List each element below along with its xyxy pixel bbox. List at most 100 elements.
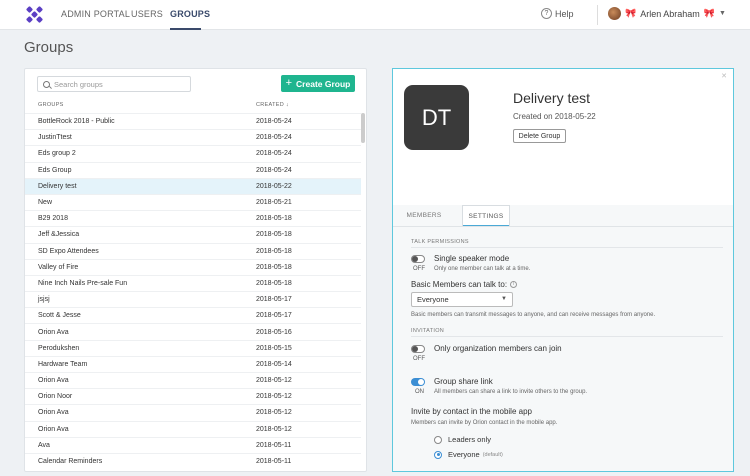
radio-leaders-only-label: Leaders only	[448, 435, 491, 444]
table-row[interactable]: Jeff &Jessica 2018-05-18	[25, 226, 361, 242]
dropdown-arrow-icon: ▼	[501, 296, 507, 302]
info-icon[interactable]: i	[510, 281, 518, 288]
table-row[interactable]: SD Expo Attendees 2018-05-18	[25, 242, 361, 259]
group-created-cell: 2018-05-18	[256, 247, 292, 255]
group-name-cell: Orion Ava	[38, 409, 69, 417]
invite-contact-title: Invite by contact in the mobile app	[411, 407, 532, 416]
nav-groups[interactable]: GROUPS	[170, 9, 210, 19]
table-row[interactable]: Orion Ava 2018-05-12	[25, 372, 361, 388]
group-created-cell: 2018-05-21	[256, 199, 292, 207]
group-created-cell: 2018-05-24	[256, 166, 292, 174]
group-name-cell: Orion Noor	[38, 393, 73, 401]
invite-contact-desc: Members can invite by Orion contact in t…	[411, 420, 558, 426]
radio-everyone[interactable]: Everyone (default)	[434, 450, 503, 459]
search-input[interactable]: Search groups	[37, 76, 191, 92]
close-icon[interactable]: ✕	[721, 72, 727, 80]
single-speaker-state: OFF	[413, 266, 425, 272]
group-created-cell: 2018-05-12	[256, 377, 292, 385]
radio-leaders-only[interactable]: Leaders only	[434, 435, 491, 444]
single-speaker-title: Single speaker mode	[434, 254, 510, 263]
table-row[interactable]: Orion Ava 2018-05-16	[25, 323, 361, 339]
nav-admin-portal[interactable]: ADMIN PORTAL	[61, 9, 130, 19]
table-row[interactable]: Perodukshen 2018-05-15	[25, 339, 361, 356]
group-name-cell: Calendar Reminders	[38, 458, 103, 466]
top-nav: ADMIN PORTAL USERS GROUPS ? Help 🎀 Arlen…	[0, 0, 750, 30]
help-label: Help	[555, 8, 574, 19]
sort-arrow-down-icon: ↓	[285, 102, 289, 108]
group-created-cell: 2018-05-18	[256, 279, 292, 287]
bow-icon: 🎀	[625, 8, 637, 18]
table-row[interactable]: JustinTtest 2018-05-24	[25, 129, 361, 145]
group-name-cell: SD Expo Attendees	[38, 247, 99, 255]
group-name-cell: Eds group 2	[38, 150, 76, 158]
group-created-cell: 2018-05-17	[256, 296, 292, 304]
group-created-cell: 2018-05-14	[256, 360, 292, 368]
share-link-title: Group share link	[434, 377, 493, 386]
table-row[interactable]: Eds group 2 2018-05-24	[25, 145, 361, 161]
table-row[interactable]: Orion Ava 2018-05-12	[25, 420, 361, 437]
table-row[interactable]: Scott & Jesse 2018-05-17	[25, 307, 361, 323]
default-tag: (default)	[482, 451, 503, 458]
single-speaker-desc: Only one member can talk at a time.	[434, 266, 531, 272]
group-name-cell: BottleRock 2018 - Public	[38, 118, 115, 126]
group-created-cell: 2018-05-18	[256, 263, 292, 271]
help-link[interactable]: ? Help	[541, 8, 574, 19]
group-created-cell: 2018-05-24	[256, 150, 292, 158]
table-row[interactable]: Delivery test 2018-05-22	[25, 177, 361, 194]
column-header-created-label: CREATED	[256, 102, 284, 108]
nav-divider	[597, 5, 598, 25]
group-name-cell: Valley of Fire	[38, 263, 79, 271]
table-row[interactable]: Valley of Fire 2018-05-18	[25, 258, 361, 275]
group-name-cell: Nine Inch Nails Pre-sale Fun	[38, 279, 128, 287]
group-name-cell: Orion Ava	[38, 425, 69, 433]
talk-permissions-heading: TALK PERMISSIONS	[411, 239, 469, 245]
share-link-state: ON	[415, 389, 424, 395]
group-created-cell: 2018-05-24	[256, 118, 292, 126]
table-row[interactable]: Orion Noor 2018-05-12	[25, 388, 361, 404]
group-name-cell: JustinTtest	[38, 134, 72, 142]
table-row[interactable]: BottleRock 2018 - Public 2018-05-24	[25, 113, 361, 129]
group-created-cell: 2018-05-12	[256, 409, 292, 417]
active-nav-indicator	[170, 28, 201, 30]
group-name-cell: Eds Group	[38, 166, 72, 174]
org-only-state: OFF	[413, 356, 425, 362]
table-row[interactable]: New 2018-05-21	[25, 193, 361, 210]
column-header-groups[interactable]: GROUPS	[38, 102, 64, 108]
single-speaker-toggle[interactable]	[411, 255, 425, 263]
group-created-cell: 2018-05-17	[256, 312, 292, 320]
table-row[interactable]: Eds Group 2018-05-24	[25, 161, 361, 178]
delete-group-button[interactable]: Delete Group	[513, 129, 566, 143]
radio-button-checked[interactable]	[434, 450, 442, 459]
group-created-date: Created on 2018-05-22	[513, 112, 596, 121]
table-row[interactable]: jsjsj 2018-05-17	[25, 291, 361, 307]
table-row[interactable]: Ava 2018-05-11	[25, 436, 361, 453]
radio-button[interactable]	[434, 435, 442, 444]
group-name-cell: Hardware Team	[38, 360, 88, 368]
tab-settings[interactable]: SETTINGS	[462, 205, 510, 227]
column-header-created[interactable]: CREATED ↓	[256, 102, 289, 108]
group-created-cell: 2018-05-18	[256, 231, 292, 239]
nav-users[interactable]: USERS	[131, 9, 163, 19]
org-only-toggle[interactable]	[411, 345, 425, 353]
table-row[interactable]: Hardware Team 2018-05-14	[25, 355, 361, 372]
orion-logo-icon[interactable]	[25, 5, 44, 24]
avatar	[608, 7, 621, 20]
user-menu[interactable]: 🎀 Arlen Abraham 🎀 ▼	[608, 7, 726, 20]
tab-members[interactable]: MEMBERS	[403, 205, 445, 226]
table-row[interactable]: B29 2018 2018-05-18	[25, 210, 361, 226]
group-name-cell: jsjsj	[38, 296, 50, 304]
invitation-heading: INVITATION	[411, 328, 445, 334]
table-row[interactable]: Orion Ava 2018-05-12	[25, 404, 361, 420]
scrollbar[interactable]	[361, 113, 365, 143]
search-icon	[43, 80, 50, 88]
group-created-cell: 2018-05-16	[256, 328, 292, 336]
group-detail-panel: ✕ DT Delivery test Created on 2018-05-22…	[392, 68, 734, 472]
basic-members-select[interactable]: Everyone ▼	[411, 292, 513, 307]
section-divider	[411, 247, 723, 248]
share-link-toggle[interactable]	[411, 378, 425, 386]
create-group-button[interactable]: + Create Group	[281, 75, 355, 92]
table-row[interactable]: Nine Inch Nails Pre-sale Fun 2018-05-18	[25, 274, 361, 291]
table-row[interactable]: Calendar Reminders 2018-05-11	[25, 452, 361, 469]
create-group-label: Create Group	[296, 78, 351, 89]
org-only-title: Only organization members can join	[434, 344, 562, 353]
